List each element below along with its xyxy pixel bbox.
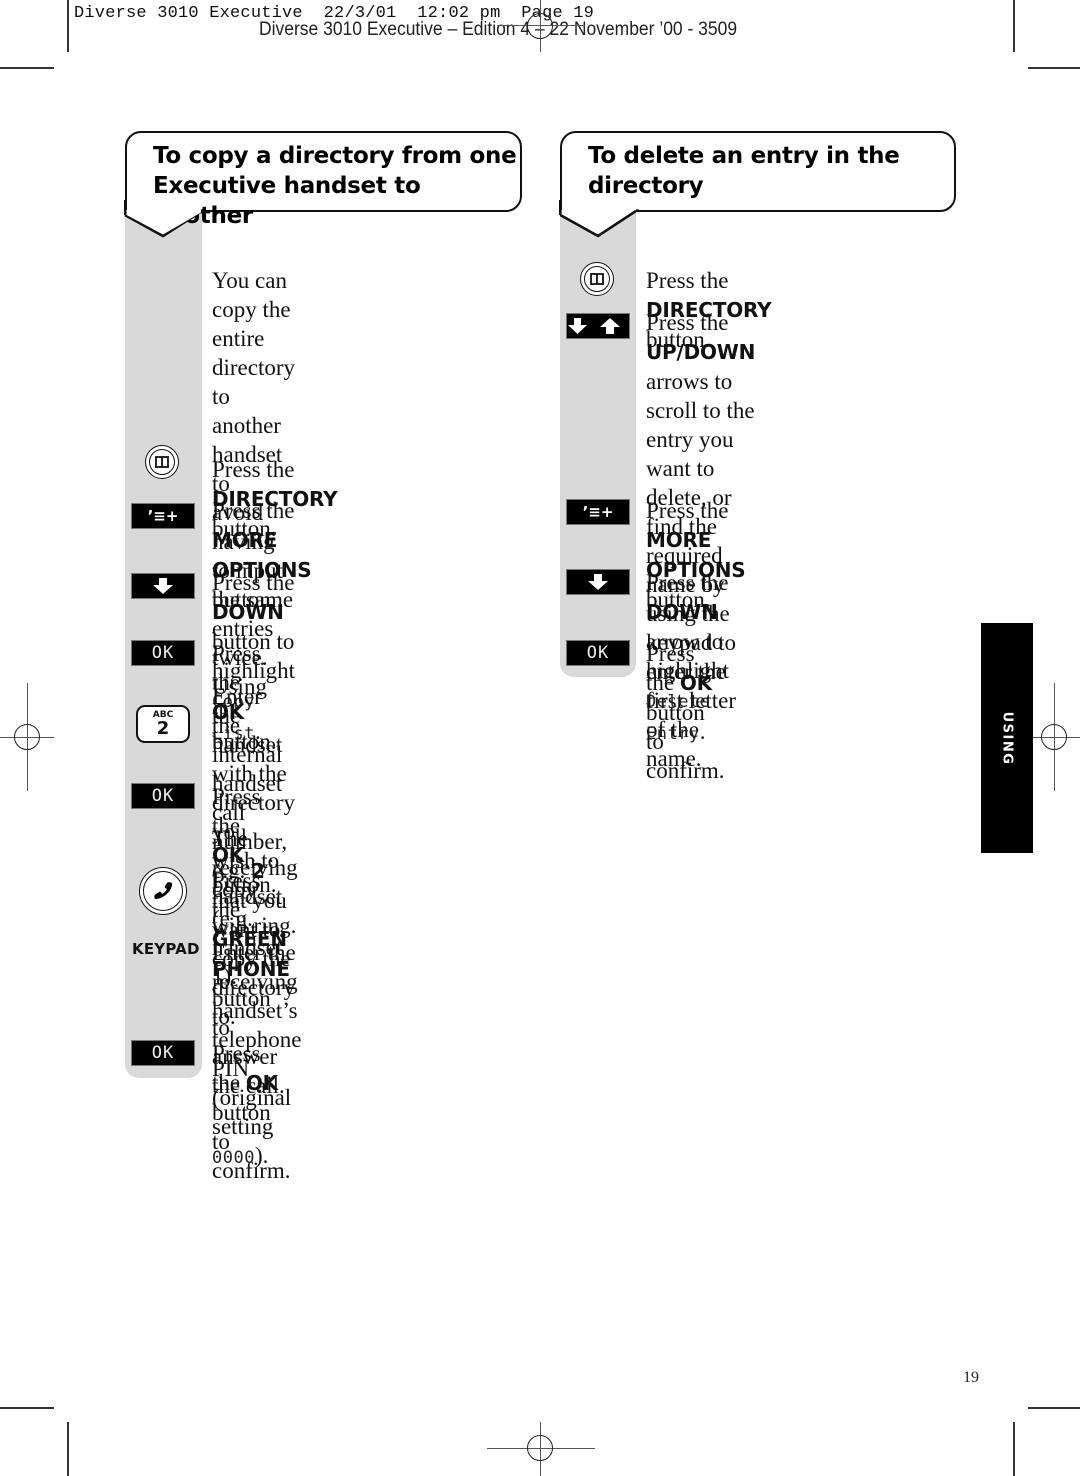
bubble-tail: [559, 200, 639, 238]
section-title: To delete an entry in the directory: [588, 143, 900, 199]
ok-icon: OK: [566, 640, 630, 666]
crop-mark: [0, 67, 54, 69]
crop-mark: [1028, 67, 1080, 69]
key-2-icon: ABC 2: [136, 705, 190, 743]
ok-icon: OK: [131, 1040, 195, 1066]
down-arrow-icon: [131, 573, 195, 599]
crop-mark: [67, 0, 69, 52]
crop-mark: [0, 1407, 54, 1409]
keypad-label: KEYPAD: [132, 940, 200, 958]
green-phone-icon: [139, 867, 187, 915]
section-title: To copy a directory from one Executive h…: [153, 143, 517, 229]
section-side-tab: USING: [981, 623, 1033, 853]
down-arrow-icon: [566, 569, 630, 595]
directory-icon: [580, 262, 614, 296]
ok-icon: OK: [131, 783, 195, 809]
crop-mark: [67, 1422, 69, 1476]
up-down-arrows-icon: [566, 313, 630, 339]
more-options-icon: ’≡+: [566, 499, 630, 525]
side-tab-label: USING: [999, 711, 1015, 765]
page-number: 19: [963, 1369, 979, 1386]
step-text: Press the OK button to confirm.: [212, 1041, 291, 1183]
ok-icon: OK: [131, 640, 195, 666]
step-text: Press the OK button to confirm.: [646, 641, 725, 783]
crop-mark: [1013, 1422, 1015, 1476]
bubble-tail-cover: [124, 200, 204, 238]
edition-line: Diverse 3010 Executive – Edition 4 – 22 …: [259, 19, 738, 40]
crop-mark: [1028, 1407, 1080, 1409]
crop-mark: [1013, 0, 1015, 52]
more-options-icon: ’≡+: [131, 503, 195, 529]
directory-icon: [145, 445, 179, 479]
